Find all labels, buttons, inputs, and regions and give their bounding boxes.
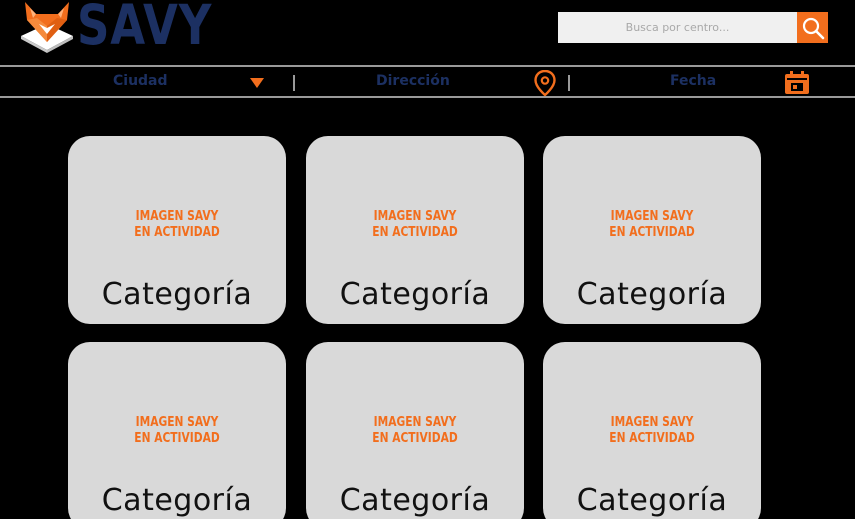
category-card[interactable]: IMAGEN SAVY EN ACTIVIDAD Categoría — [68, 342, 286, 519]
search-button[interactable] — [797, 12, 828, 43]
filter-date-label[interactable]: Fecha — [670, 73, 716, 89]
card-image-placeholder: IMAGEN SAVY EN ACTIVIDAD — [563, 415, 742, 447]
search-input[interactable] — [558, 12, 797, 43]
category-card[interactable]: IMAGEN SAVY EN ACTIVIDAD Categoría — [543, 342, 761, 519]
card-title: Categoría — [339, 277, 491, 312]
filter-address-label[interactable]: Dirección — [376, 73, 450, 89]
filter-bar: Ciudad Dirección Fecha — [0, 65, 855, 98]
brand-name: SAVY — [77, 0, 213, 57]
card-title: Categoría — [101, 483, 253, 518]
card-image-line: EN ACTIVIDAD — [372, 431, 458, 446]
location-pin-icon[interactable] — [534, 70, 556, 96]
card-image-placeholder: IMAGEN SAVY EN ACTIVIDAD — [326, 415, 505, 447]
card-image-placeholder: IMAGEN SAVY EN ACTIVIDAD — [563, 209, 742, 241]
card-image-line: IMAGEN SAVY — [135, 415, 219, 430]
brand-logo[interactable]: SAVY — [19, 0, 211, 56]
card-image-line: IMAGEN SAVY — [610, 209, 694, 224]
calendar-icon[interactable] — [784, 71, 810, 95]
card-image-placeholder: IMAGEN SAVY EN ACTIVIDAD — [326, 209, 505, 241]
card-image-line: EN ACTIVIDAD — [134, 225, 220, 240]
card-title: Categoría — [576, 483, 728, 518]
category-card[interactable]: IMAGEN SAVY EN ACTIVIDAD Categoría — [68, 136, 286, 324]
page: SAVY Ciudad Dirección Fecha — [0, 0, 855, 519]
card-image-placeholder: IMAGEN SAVY EN ACTIVIDAD — [88, 415, 267, 447]
card-image-line: EN ACTIVIDAD — [609, 431, 695, 446]
dropdown-triangle-icon[interactable] — [250, 78, 264, 88]
category-card[interactable]: IMAGEN SAVY EN ACTIVIDAD Categoría — [306, 342, 524, 519]
filter-city-label[interactable]: Ciudad — [113, 73, 168, 89]
card-image-line: IMAGEN SAVY — [373, 415, 457, 430]
card-image-line: EN ACTIVIDAD — [609, 225, 695, 240]
card-image-line: IMAGEN SAVY — [135, 209, 219, 224]
card-title: Categoría — [576, 277, 728, 312]
category-card[interactable]: IMAGEN SAVY EN ACTIVIDAD Categoría — [543, 136, 761, 324]
card-image-line: IMAGEN SAVY — [373, 209, 457, 224]
category-card[interactable]: IMAGEN SAVY EN ACTIVIDAD Categoría — [306, 136, 524, 324]
fox-logo-icon — [21, 2, 73, 53]
filter-divider — [293, 75, 295, 91]
search-bar — [558, 12, 828, 43]
card-image-line: IMAGEN SAVY — [610, 415, 694, 430]
card-image-placeholder: IMAGEN SAVY EN ACTIVIDAD — [88, 209, 267, 241]
card-title: Categoría — [339, 483, 491, 518]
card-image-line: EN ACTIVIDAD — [372, 225, 458, 240]
card-title: Categoría — [101, 277, 253, 312]
filter-divider — [568, 75, 570, 91]
search-icon — [802, 17, 824, 39]
card-image-line: EN ACTIVIDAD — [134, 431, 220, 446]
